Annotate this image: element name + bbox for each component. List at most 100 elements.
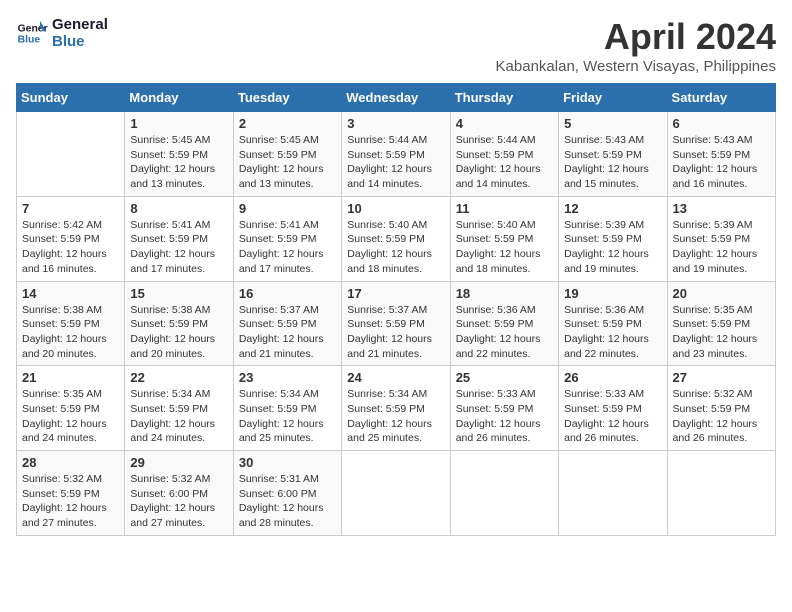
day-number: 23	[239, 370, 336, 385]
logo: General Blue General Blue	[16, 16, 108, 50]
calendar-cell: 14 Sunrise: 5:38 AMSunset: 5:59 PMDayligh…	[17, 281, 125, 366]
day-number: 6	[673, 116, 770, 131]
calendar-week-row: 28 Sunrise: 5:32 AMSunset: 5:59 PMDayligh…	[17, 451, 776, 536]
day-info: Sunrise: 5:35 AMSunset: 5:59 PMDaylight:…	[22, 387, 119, 446]
day-info: Sunrise: 5:34 AMSunset: 5:59 PMDaylight:…	[239, 387, 336, 446]
day-number: 7	[22, 201, 119, 216]
day-info: Sunrise: 5:32 AMSunset: 5:59 PMDaylight:…	[673, 387, 770, 446]
calendar-cell: 4Sunrise: 5:44 AMSunset: 5:59 PMDaylight…	[450, 112, 558, 197]
day-info: Sunrise: 5:40 AMSunset: 5:59 PMDaylight:…	[347, 218, 444, 277]
calendar-week-row: 1Sunrise: 5:45 AMSunset: 5:59 PMDaylight…	[17, 112, 776, 197]
calendar-cell	[17, 112, 125, 197]
calendar-cell: 8Sunrise: 5:41 AMSunset: 5:59 PMDaylight…	[125, 196, 233, 281]
calendar-cell: 5 Sunrise: 5:43 AMSunset: 5:59 PMDaylight…	[559, 112, 667, 197]
day-number: 5	[564, 116, 661, 131]
calendar-cell: 7 Sunrise: 5:42 AMSunset: 5:59 PMDaylight…	[17, 196, 125, 281]
calendar-cell: 21 Sunrise: 5:35 AMSunset: 5:59 PMDayligh…	[17, 366, 125, 451]
day-info: Sunrise: 5:34 AMSunset: 5:59 PMDaylight:…	[347, 387, 444, 446]
calendar-cell: 18 Sunrise: 5:36 AMSunset: 5:59 PMDayligh…	[450, 281, 558, 366]
day-info: Sunrise: 5:37 AMSunset: 5:59 PMDaylight:…	[239, 303, 336, 362]
day-info: Sunrise: 5:33 AMSunset: 5:59 PMDaylight:…	[564, 387, 661, 446]
calendar-table: SundayMondayTuesdayWednesdayThursdayFrid…	[16, 83, 776, 536]
day-info: Sunrise: 5:42 AMSunset: 5:59 PMDaylight:…	[22, 218, 119, 277]
calendar-cell: 10 Sunrise: 5:40 AMSunset: 5:59 PMDayligh…	[342, 196, 450, 281]
day-number: 22	[130, 370, 227, 385]
day-info: Sunrise: 5:35 AMSunset: 5:59 PMDaylight:…	[673, 303, 770, 362]
calendar-cell: 26 Sunrise: 5:33 AMSunset: 5:59 PMDayligh…	[559, 366, 667, 451]
calendar-header-row: SundayMondayTuesdayWednesdayThursdayFrid…	[17, 84, 776, 112]
calendar-cell: 17 Sunrise: 5:37 AMSunset: 5:59 PMDayligh…	[342, 281, 450, 366]
day-info: Sunrise: 5:41 AMSunset: 5:59 PMDaylight:…	[239, 218, 336, 277]
calendar-cell: 29Sunrise: 5:32 AMSunset: 6:00 PMDayligh…	[125, 451, 233, 536]
day-number: 2	[239, 116, 336, 131]
day-number: 20	[673, 286, 770, 301]
day-info: Sunrise: 5:32 AMSunset: 5:59 PMDaylight:…	[22, 472, 119, 531]
day-number: 13	[673, 201, 770, 216]
calendar-cell: 6 Sunrise: 5:43 AMSunset: 5:59 PMDaylight…	[667, 112, 775, 197]
day-info: Sunrise: 5:32 AMSunset: 6:00 PMDaylight:…	[130, 472, 227, 531]
calendar-cell: 28 Sunrise: 5:32 AMSunset: 5:59 PMDayligh…	[17, 451, 125, 536]
day-number: 11	[456, 201, 553, 216]
calendar-cell: 1Sunrise: 5:45 AMSunset: 5:59 PMDaylight…	[125, 112, 233, 197]
calendar-cell	[450, 451, 558, 536]
calendar-cell: 13 Sunrise: 5:39 AMSunset: 5:59 PMDayligh…	[667, 196, 775, 281]
calendar-cell: 30Sunrise: 5:31 AMSunset: 6:00 PMDayligh…	[233, 451, 341, 536]
day-number: 12	[564, 201, 661, 216]
day-info: Sunrise: 5:33 AMSunset: 5:59 PMDaylight:…	[456, 387, 553, 446]
calendar-cell	[559, 451, 667, 536]
day-info: Sunrise: 5:36 AMSunset: 5:59 PMDaylight:…	[564, 303, 661, 362]
day-number: 27	[673, 370, 770, 385]
day-number: 24	[347, 370, 444, 385]
calendar-cell: 2Sunrise: 5:45 AMSunset: 5:59 PMDaylight…	[233, 112, 341, 197]
day-number: 18	[456, 286, 553, 301]
calendar-cell: 16 Sunrise: 5:37 AMSunset: 5:59 PMDayligh…	[233, 281, 341, 366]
column-header-sunday: Sunday	[17, 84, 125, 112]
day-number: 10	[347, 201, 444, 216]
page-header: General Blue General Blue April 2024 Kab…	[16, 16, 776, 75]
day-number: 16	[239, 286, 336, 301]
day-info: Sunrise: 5:43 AMSunset: 5:59 PMDaylight:…	[673, 133, 770, 192]
column-header-friday: Friday	[559, 84, 667, 112]
calendar-cell: 24 Sunrise: 5:34 AMSunset: 5:59 PMDayligh…	[342, 366, 450, 451]
calendar-cell: 3Sunrise: 5:44 AMSunset: 5:59 PMDaylight…	[342, 112, 450, 197]
calendar-cell: 11 Sunrise: 5:40 AMSunset: 5:59 PMDayligh…	[450, 196, 558, 281]
day-info: Sunrise: 5:39 AMSunset: 5:59 PMDaylight:…	[673, 218, 770, 277]
calendar-cell: 12 Sunrise: 5:39 AMSunset: 5:59 PMDayligh…	[559, 196, 667, 281]
title-block: April 2024 Kabankalan, Western Visayas, …	[496, 16, 776, 75]
day-number: 3	[347, 116, 444, 131]
day-number: 28	[22, 455, 119, 470]
calendar-week-row: 7 Sunrise: 5:42 AMSunset: 5:59 PMDaylight…	[17, 196, 776, 281]
day-number: 17	[347, 286, 444, 301]
calendar-cell: 9 Sunrise: 5:41 AMSunset: 5:59 PMDaylight…	[233, 196, 341, 281]
column-header-monday: Monday	[125, 84, 233, 112]
day-number: 26	[564, 370, 661, 385]
day-number: 21	[22, 370, 119, 385]
day-info: Sunrise: 5:34 AMSunset: 5:59 PMDaylight:…	[130, 387, 227, 446]
calendar-cell	[342, 451, 450, 536]
day-info: Sunrise: 5:40 AMSunset: 5:59 PMDaylight:…	[456, 218, 553, 277]
day-info: Sunrise: 5:43 AMSunset: 5:59 PMDaylight:…	[564, 133, 661, 192]
day-number: 9	[239, 201, 336, 216]
calendar-week-row: 21 Sunrise: 5:35 AMSunset: 5:59 PMDayligh…	[17, 366, 776, 451]
day-info: Sunrise: 5:41 AMSunset: 5:59 PMDaylight:…	[130, 218, 227, 277]
logo-line1: General	[52, 16, 108, 33]
month-title: April 2024	[496, 16, 776, 58]
svg-text:Blue: Blue	[18, 35, 41, 46]
day-info: Sunrise: 5:37 AMSunset: 5:59 PMDaylight:…	[347, 303, 444, 362]
calendar-cell: 27 Sunrise: 5:32 AMSunset: 5:59 PMDayligh…	[667, 366, 775, 451]
column-header-wednesday: Wednesday	[342, 84, 450, 112]
column-header-thursday: Thursday	[450, 84, 558, 112]
column-header-saturday: Saturday	[667, 84, 775, 112]
day-number: 15	[130, 286, 227, 301]
logo-line2: Blue	[52, 33, 108, 50]
day-info: Sunrise: 5:39 AMSunset: 5:59 PMDaylight:…	[564, 218, 661, 277]
day-number: 1	[130, 116, 227, 131]
day-info: Sunrise: 5:36 AMSunset: 5:59 PMDaylight:…	[456, 303, 553, 362]
logo-icon: General Blue	[16, 17, 48, 49]
day-number: 14	[22, 286, 119, 301]
day-info: Sunrise: 5:38 AMSunset: 5:59 PMDaylight:…	[22, 303, 119, 362]
calendar-cell: 25Sunrise: 5:33 AMSunset: 5:59 PMDayligh…	[450, 366, 558, 451]
day-info: Sunrise: 5:38 AMSunset: 5:59 PMDaylight:…	[130, 303, 227, 362]
calendar-cell	[667, 451, 775, 536]
calendar-cell: 20 Sunrise: 5:35 AMSunset: 5:59 PMDayligh…	[667, 281, 775, 366]
